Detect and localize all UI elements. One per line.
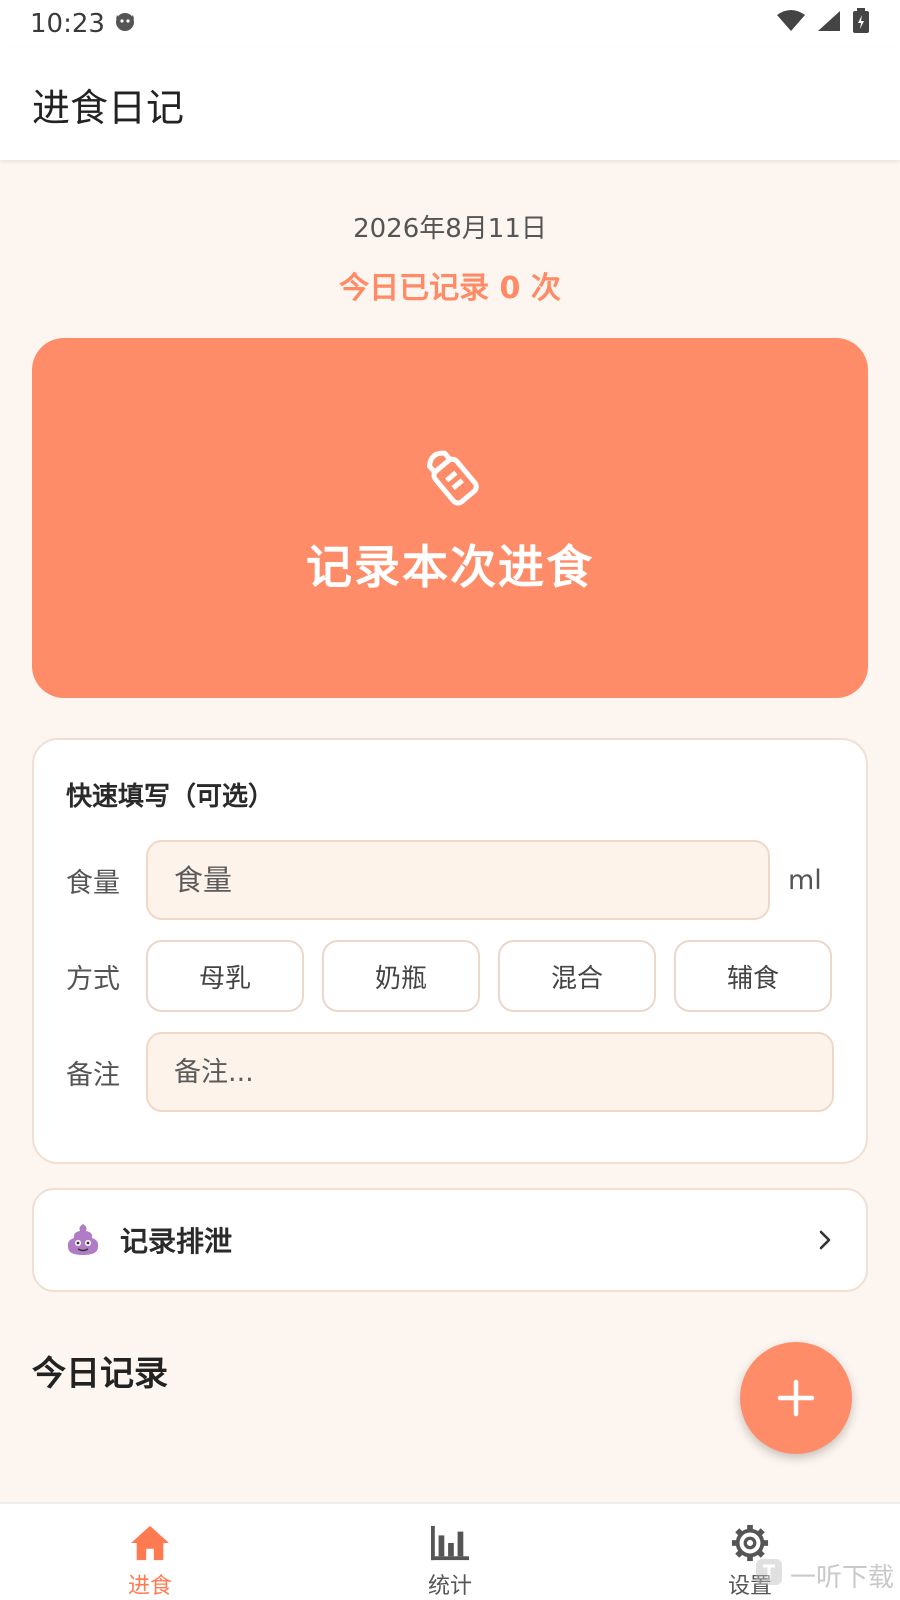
method-option-bottle[interactable]: 奶瓶 xyxy=(322,940,480,1012)
note-label: 备注 xyxy=(66,1059,120,1091)
watermark-text: 一听下载 xyxy=(789,1563,894,1593)
nav-label-stats: 统计 xyxy=(427,1574,472,1599)
record-feeding-button[interactable]: 记录本次进食 xyxy=(32,338,868,698)
note-row: 备注 xyxy=(66,1032,834,1112)
plus-icon xyxy=(777,1379,815,1417)
add-record-fab[interactable] xyxy=(740,1342,852,1454)
status-time: 10:23 xyxy=(30,9,105,39)
poop-icon xyxy=(67,1224,99,1255)
method-option-breast-milk[interactable]: 母乳 xyxy=(146,940,304,1012)
wifi-icon xyxy=(776,9,806,40)
amount-row: 食量 ml xyxy=(66,840,822,920)
record-excretion-button[interactable]: 记录排泄 xyxy=(32,1188,868,1292)
note-input[interactable] xyxy=(146,1032,834,1112)
nav-label-feeding: 进食 xyxy=(127,1574,172,1599)
record-feeding-label: 记录本次进食 xyxy=(306,540,594,594)
signal-icon xyxy=(816,9,842,40)
amount-input[interactable] xyxy=(146,840,770,920)
battery-icon xyxy=(852,7,870,41)
home-icon xyxy=(131,1525,169,1561)
method-option-solid-food[interactable]: 辅食 xyxy=(674,940,832,1012)
summary-block: 2026年8月11日 今日已记录 0 次 xyxy=(0,208,900,307)
today-count-text: 今日已记录 0 次 xyxy=(339,271,561,306)
cat-face-icon xyxy=(113,9,137,40)
amount-unit: ml xyxy=(788,864,822,896)
date-text: 2026年8月11日 xyxy=(353,214,547,244)
record-excretion-label: 记录排泄 xyxy=(120,1225,233,1258)
chevron-right-icon xyxy=(819,1230,831,1250)
amount-label: 食量 xyxy=(66,867,120,899)
nav-item-feeding[interactable]: 进食 xyxy=(0,1504,300,1600)
baby-bottle-icon xyxy=(426,450,479,506)
bar-chart-icon xyxy=(431,1525,469,1561)
app-bar: 进食日记 xyxy=(0,48,900,160)
watermark: 一听下载 xyxy=(754,1557,894,1594)
page-title: 进食日记 xyxy=(32,85,185,130)
quick-fill-card: 快速填写（可选） 食量 ml 方式 母乳 奶瓶 混合 辅食 备注 xyxy=(32,738,868,1164)
watermark-logo-icon xyxy=(754,1557,784,1594)
status-bar: 10:23 xyxy=(0,0,900,48)
method-row: 方式 母乳 奶瓶 混合 辅食 xyxy=(66,940,832,1012)
quick-fill-title: 快速填写（可选） xyxy=(66,782,275,812)
nav-item-stats[interactable]: 统计 xyxy=(300,1504,600,1600)
today-records-title: 今日记录 xyxy=(32,1354,168,1394)
method-label: 方式 xyxy=(66,963,120,995)
method-option-mixed[interactable]: 混合 xyxy=(498,940,656,1012)
